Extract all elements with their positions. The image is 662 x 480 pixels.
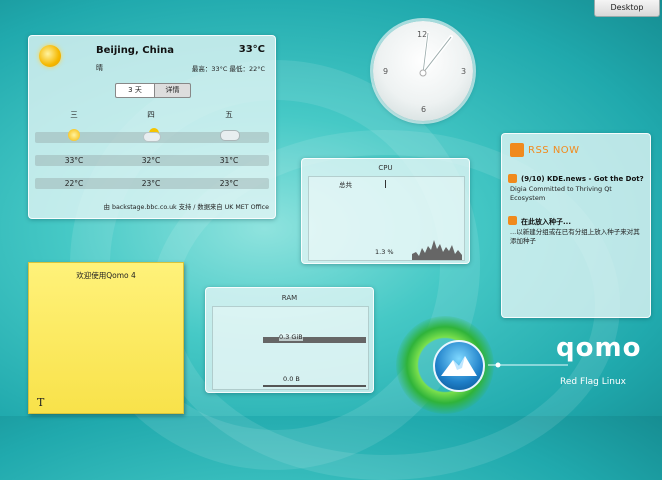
rss-feed-icon (508, 216, 517, 225)
cpu-label: 总共 (339, 181, 352, 189)
ram-used-label: 0.3 GiB (279, 333, 303, 341)
partly-cloudy-icon (143, 128, 161, 142)
rss-item-title[interactable]: 在此放入种子... (521, 217, 571, 227)
clock-hands (419, 31, 453, 77)
brand-name: qomo (556, 333, 642, 363)
high-temp: 33°C (64, 156, 84, 165)
source-label[interactable]: 由 backstage.bbc.co.uk 支持 / 数据来自 UK MET O… (104, 202, 269, 211)
cpu-title: CPU (378, 164, 393, 172)
current-temp: 33°C (238, 44, 265, 55)
cpu-sparkline (412, 240, 462, 260)
low-temp: 23°C (141, 179, 161, 188)
format-button[interactable]: T (37, 396, 44, 409)
ram-swap-bar (263, 385, 366, 387)
low-temp: 23°C (219, 179, 239, 188)
cpu-monitor-widget: CPU 总共 1.3 % (301, 158, 470, 264)
cpu-percent: 1.3 % (375, 248, 394, 256)
cloud-icon (220, 130, 240, 141)
ram-monitor-widget: RAM 0.3 GiB 0.0 B (205, 287, 374, 393)
desktop-button[interactable]: Desktop (594, 0, 660, 17)
analog-clock: 12 3 6 9 (373, 21, 473, 121)
day-name: 三 (70, 110, 78, 119)
ram-swap-label: 0.0 B (283, 375, 300, 383)
weather-widget: Beijing, China 33°C 晴 最高：33°C 最低：22°C 3 … (28, 35, 276, 219)
brand-subtitle: Red Flag Linux (560, 377, 626, 387)
low-temp: 22°C (64, 179, 84, 188)
temp-range: 最高：33°C 最低：22°C (191, 65, 265, 73)
sun-icon (68, 129, 80, 141)
rss-widget: RSS NOW (9/10) KDE.news - Got the Dot? D… (501, 133, 651, 318)
tab-details[interactable]: 详情 (154, 83, 191, 98)
note-text[interactable]: 欢迎使用Qomo 4 (29, 270, 183, 281)
rss-item-body: Digia Committed to Thriving Qt Ecosystem (510, 185, 612, 202)
city-label: Beijing, China (96, 45, 174, 56)
rss-feed-icon (508, 174, 517, 183)
ram-graph: 0.3 GiB 0.0 B (212, 306, 369, 390)
day-name: 四 (147, 110, 155, 119)
rss-icon (510, 143, 524, 157)
condition-label: 晴 (96, 64, 103, 72)
high-temp: 32°C (141, 156, 161, 165)
sticky-note[interactable]: 欢迎使用Qomo 4 T (28, 262, 184, 414)
tab-3day[interactable]: 3 天 (115, 83, 155, 98)
day-name: 五 (225, 110, 233, 119)
ram-title: RAM (281, 294, 298, 302)
mountain-logo-icon (433, 340, 485, 392)
cpu-graph: 总共 1.3 % (308, 176, 465, 261)
rss-item-title[interactable]: (9/10) KDE.news - Got the Dot? (521, 175, 644, 183)
sun-icon (39, 45, 61, 67)
high-temp: 31°C (219, 156, 239, 165)
rss-item-body: ...以新建分组或在已有分组上放入种子来对其添加种子 (510, 228, 640, 245)
cpu-cursor (385, 180, 386, 188)
rss-header: RSS NOW (528, 145, 580, 156)
